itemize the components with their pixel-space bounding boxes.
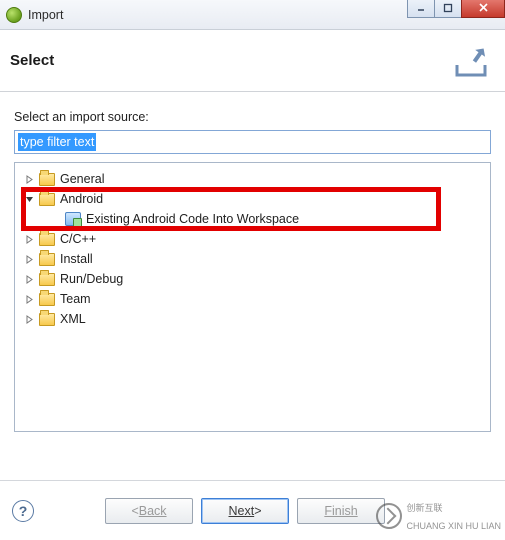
chevron-right-icon[interactable] — [23, 313, 35, 325]
window-buttons — [408, 0, 505, 18]
next-button[interactable]: Next > — [201, 498, 289, 524]
tree-item-label: Team — [60, 292, 91, 306]
tree-item-label: Existing Android Code Into Workspace — [86, 212, 299, 226]
chevron-right-icon[interactable] — [23, 293, 35, 305]
folder-icon — [39, 273, 55, 286]
folder-icon — [39, 173, 55, 186]
help-button[interactable]: ? — [12, 500, 34, 522]
back-button[interactable]: < Back — [105, 498, 193, 524]
wizard-header: Select — [0, 30, 505, 92]
tree-item-rundebug[interactable]: Run/Debug — [17, 269, 488, 289]
page-title: Select — [10, 52, 54, 69]
tree-item-cpp[interactable]: C/C++ — [17, 229, 488, 249]
tree-item-android-existing[interactable]: Existing Android Code Into Workspace — [17, 209, 488, 229]
chevron-right-icon[interactable] — [23, 273, 35, 285]
filter-input[interactable]: type filter text — [14, 130, 491, 154]
folder-icon — [39, 293, 55, 306]
tree-item-label: Android — [60, 192, 103, 206]
watermark-logo-icon — [376, 503, 402, 529]
finish-button[interactable]: Finish — [297, 498, 385, 524]
close-button[interactable] — [461, 0, 505, 18]
finish-button-label: Finish — [324, 504, 357, 518]
titlebar: Import — [0, 0, 505, 30]
tree-item-label: XML — [60, 312, 86, 326]
maximize-button[interactable] — [434, 0, 462, 18]
chevron-down-icon[interactable] — [23, 193, 35, 205]
minimize-button[interactable] — [407, 0, 435, 18]
window-title: Import — [28, 8, 63, 22]
folder-icon — [39, 253, 55, 266]
tree-item-label: C/C++ — [60, 232, 96, 246]
tree-item-label: Run/Debug — [60, 272, 123, 286]
back-button-label: Back — [139, 504, 167, 518]
tree-item-label: Install — [60, 252, 93, 266]
wizard-content: Select an import source: type filter tex… — [0, 92, 505, 442]
tree-item-android[interactable]: Android — [17, 189, 488, 209]
folder-icon — [39, 233, 55, 246]
prompt-label: Select an import source: — [14, 110, 491, 124]
watermark-text-2: CHUANG XIN HU LIAN — [406, 521, 501, 531]
tree-item-team[interactable]: Team — [17, 289, 488, 309]
tree-item-xml[interactable]: XML — [17, 309, 488, 329]
import-icon — [451, 41, 491, 81]
chevron-right-icon[interactable] — [23, 173, 35, 185]
wizard-item-icon — [65, 212, 81, 226]
chevron-right-icon[interactable] — [23, 253, 35, 265]
tree-item-general[interactable]: General — [17, 169, 488, 189]
chevron-right-icon[interactable] — [23, 233, 35, 245]
folder-icon — [39, 193, 55, 206]
next-button-label: Next — [228, 504, 254, 518]
watermark-text-1: 创新互联 — [406, 503, 442, 513]
tree-item-install[interactable]: Install — [17, 249, 488, 269]
folder-icon — [39, 313, 55, 326]
eclipse-icon — [6, 7, 22, 23]
watermark: 创新互联 CHUANG XIN HU LIAN — [376, 498, 501, 534]
import-source-tree[interactable]: General Android Existing Android Code In… — [14, 162, 491, 432]
filter-placeholder: type filter text — [18, 133, 96, 151]
tree-item-label: General — [60, 172, 104, 186]
